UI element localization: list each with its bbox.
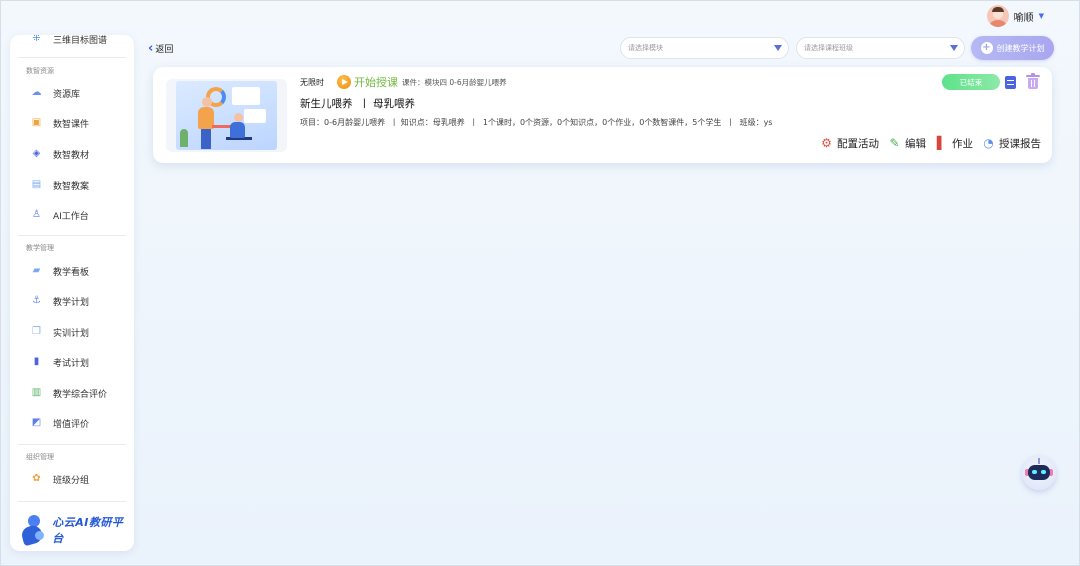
- courseware-icon: ▣: [31, 117, 42, 128]
- ai-workbench-icon: ♙: [32, 209, 41, 220]
- document-icon[interactable]: [1005, 76, 1016, 89]
- evaluation-icon: ▥: [31, 387, 42, 398]
- divider: [18, 235, 126, 236]
- sidebar-item-resource-library[interactable]: ☁ 资源库: [10, 80, 134, 106]
- sidebar-item-training-plan[interactable]: ❒ 实训计划: [10, 319, 134, 345]
- sidebar-item-label: 考试计划: [53, 358, 90, 369]
- sidebar-item-label: 教学计划: [53, 297, 90, 308]
- divider: [18, 444, 126, 445]
- section-title: 教学管理: [26, 244, 54, 252]
- sidebar-item-label: 教学综合评价: [53, 389, 108, 400]
- sidebar-item-dashboard[interactable]: ▰ 教学看板: [10, 258, 134, 284]
- back-label: 返回: [155, 44, 174, 55]
- training-plan-icon: ❒: [32, 326, 41, 337]
- graph-icon: ⁜: [32, 35, 41, 44]
- plus-icon: +: [980, 42, 993, 54]
- divider: [18, 57, 126, 58]
- start-teaching-button[interactable]: 开始授课: [337, 74, 398, 90]
- create-teaching-plan-button[interactable]: + 创建教学计划: [971, 36, 1054, 60]
- action-label: 配置活动: [837, 137, 879, 150]
- sidebar-item-evaluation[interactable]: ▥ 教学综合评价: [10, 380, 134, 406]
- section-title: 组织管理: [26, 453, 54, 461]
- gear-icon: ⚙: [821, 136, 832, 150]
- top-bar: 喻顺 ▼: [0, 0, 1080, 32]
- cloud-icon: ☁: [31, 87, 42, 98]
- course-thumbnail[interactable]: [166, 79, 287, 152]
- start-teaching-label: 开始授课: [354, 76, 398, 89]
- chevron-left-icon: ‹: [148, 40, 154, 56]
- homework-button[interactable]: ▌ 作业: [935, 136, 973, 151]
- dashboard-icon: ▰: [32, 265, 41, 276]
- lesson-plan-icon: ▤: [31, 179, 42, 190]
- sidebar-item-label: 数智教材: [53, 150, 90, 161]
- courseware-info: 课件：模块四 0-6月龄婴儿喂养: [402, 78, 507, 87]
- time-limit-tag: 无限时: [300, 78, 324, 87]
- sidebar-item-label: 班级分组: [53, 475, 90, 486]
- sidebar-item-label: 三维目标图谱: [53, 35, 108, 46]
- sidebar-item-value-added[interactable]: ◩ 增值评价: [10, 410, 134, 436]
- user-menu[interactable]: 喻顺 ▼: [986, 5, 1044, 27]
- teaching-plan-card[interactable]: 无限时 开始授课 课件：模块四 0-6月龄婴儿喂养 新生儿喂养 丨 母乳喂养 项…: [153, 67, 1052, 163]
- report-icon: ◔: [983, 136, 994, 150]
- user-name: 喻顺: [1013, 12, 1034, 24]
- sidebar-item-courseware[interactable]: ▣ 数智课件: [10, 110, 134, 136]
- sidebar-item-ai-workbench[interactable]: ♙ AI工作台: [10, 202, 134, 228]
- ai-assistant-robot-icon[interactable]: [1022, 456, 1056, 490]
- teaching-report-button[interactable]: ◔ 授课报告: [982, 136, 1041, 151]
- avatar[interactable]: [986, 5, 1009, 27]
- brand-logo-icon: [20, 514, 48, 547]
- plan-meta: 项目：0-6月龄婴儿喂养 丨 知识点：母乳喂养 丨 1个课时，0个资源，0个知识…: [300, 118, 773, 127]
- sidebar-item-teaching-plan[interactable]: ⚓ 教学计划: [10, 288, 134, 314]
- brand-name: 心云AI教研平台: [52, 516, 124, 545]
- sidebar-item-label: 教学看板: [53, 267, 90, 278]
- class-select[interactable]: 请选择课程班级: [796, 37, 965, 59]
- dropdown-arrow-icon: [774, 45, 782, 51]
- class-select-placeholder: 请选择课程班级: [804, 44, 853, 52]
- play-icon: [337, 75, 351, 89]
- sidebar-item-label: 实训计划: [53, 328, 90, 339]
- status-badge: 已结束: [942, 74, 1000, 90]
- sidebar-item-class-group[interactable]: ✿ 班级分组: [10, 466, 134, 492]
- homework-icon: ▌: [936, 136, 947, 150]
- edit-icon: ✎: [889, 136, 900, 150]
- edit-button[interactable]: ✎ 编辑: [888, 136, 926, 151]
- trash-icon[interactable]: [1026, 73, 1040, 89]
- class-group-icon: ✿: [32, 473, 41, 484]
- exam-plan-icon: ▮: [33, 356, 40, 367]
- sidebar-item-goal-graph[interactable]: ⁜ 三维目标图谱: [10, 35, 134, 52]
- teaching-plan-icon: ⚓: [32, 295, 41, 306]
- module-select-placeholder: 请选择模块: [628, 44, 663, 52]
- sidebar-item-label: 数智课件: [53, 119, 90, 130]
- sidebar: ⁜ 三维目标图谱 数智资源 ☁ 资源库 ▣ 数智课件 ◈ 数智教材 ▤ 数智教案…: [10, 35, 134, 551]
- sidebar-item-label: 资源库: [53, 89, 81, 100]
- configure-activity-button[interactable]: ⚙ 配置活动: [820, 136, 879, 151]
- plan-title: 新生儿喂养 丨 母乳喂养: [300, 98, 416, 110]
- card-actions: ⚙ 配置活动 ✎ 编辑 ▌ 作业 ◔ 授课报告: [820, 135, 1041, 151]
- action-label: 作业: [952, 137, 973, 150]
- brand: 心云AI教研平台: [20, 513, 130, 547]
- section-title: 数智资源: [26, 67, 54, 75]
- divider: [18, 501, 126, 502]
- action-label: 授课报告: [999, 137, 1041, 150]
- sidebar-item-label: AI工作台: [53, 211, 89, 222]
- sidebar-item-lesson-plan[interactable]: ▤ 数智教案: [10, 172, 134, 198]
- sidebar-item-label: 增值评价: [53, 419, 90, 430]
- value-added-icon: ◩: [31, 417, 42, 428]
- module-select[interactable]: 请选择模块: [620, 37, 789, 59]
- textbook-icon: ◈: [32, 148, 41, 159]
- action-label: 编辑: [905, 137, 926, 150]
- dropdown-arrow-icon: [950, 45, 958, 51]
- sidebar-item-exam-plan[interactable]: ▮ 考试计划: [10, 349, 134, 375]
- chevron-down-icon[interactable]: ▼: [1039, 12, 1044, 20]
- sidebar-item-label: 数智教案: [53, 181, 90, 192]
- create-teaching-plan-label: 创建教学计划: [996, 43, 1045, 53]
- back-button[interactable]: ‹ 返回: [148, 41, 173, 55]
- sidebar-item-textbook[interactable]: ◈ 数智教材: [10, 141, 134, 167]
